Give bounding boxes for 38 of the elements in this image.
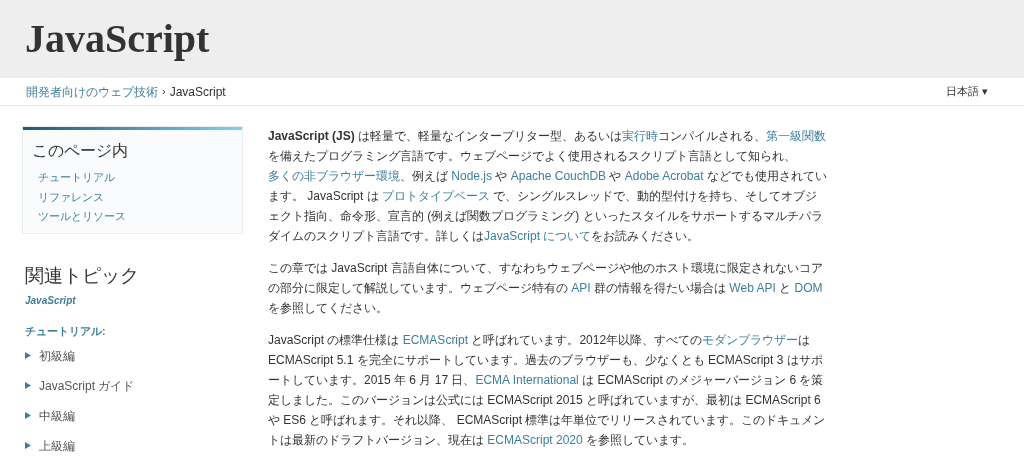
text-link[interactable]: Web API [729, 281, 776, 295]
text-link[interactable]: JavaScript について [484, 229, 592, 243]
paragraph: JavaScript (JS) は軽量で、軽量なインタープリター型、あるいは実行時コンパイルされる、第一級関数 を備えたプログラミング言語です。ウェブページでよく使用されるスクリプト言語として知られ、 多くの非ブラウザー環境、例えば Node.js や Apache CouchDB や Adobe Acrobat などでも使用されています。 JavaScript は プロトタイプベース で、シングルスレッドで、動的型付けを持ち、そしてオブジェクト指向、命令形、宣言的 (例えば関数プログラミング) といったスタイルをサポートするマルチパラダイムのスクリプト言語です。詳しくはJavaScript についてをお読みください。 [268, 128, 828, 245]
topic-link[interactable]: JavaScript [22, 293, 243, 308]
text-link[interactable]: モダンブラウザー [702, 333, 799, 347]
text-link[interactable]: 実行時 [622, 129, 659, 143]
text-link[interactable]: Apache CouchDB [510, 169, 607, 183]
text-link[interactable]: ECMA International [475, 373, 579, 387]
text-link[interactable]: Node.js [451, 169, 493, 183]
toc-title: このページ内 [31, 141, 129, 161]
section-heading: チュートリアル: [24, 324, 107, 339]
breadcrumb-separator: › [162, 84, 166, 100]
caret-right-icon [25, 382, 31, 390]
text-link[interactable]: API [571, 281, 591, 295]
caret-right-icon [25, 442, 31, 450]
text-link[interactable]: ECMAScript 2020 [487, 433, 583, 447]
paragraph: この章では JavaScript 言語自体について、すなわちウェブページや他のホスト環境に限定されないコアの部分に限定して解説しています。ウェブページ特有の API 群の情報を得たい場合は Web API と DOM を参照してください。 [268, 260, 824, 317]
caret-right-icon [25, 412, 31, 420]
breadcrumb-link[interactable]: 開発者向けのウェブ技術 [26, 82, 158, 101]
tree-item[interactable]: 中級編 [22, 405, 243, 426]
tree-item[interactable]: 初級編 [22, 345, 243, 366]
breadcrumb-current: JavaScript [169, 83, 226, 101]
toc-link[interactable]: チュートリアル [23, 168, 242, 188]
text-link[interactable]: 多くの非ブラウザー環境 [268, 169, 400, 183]
toc-link[interactable]: リファレンス [23, 187, 242, 207]
text-link[interactable]: ECMAScript [402, 333, 469, 347]
paragraph: JavaScript の標準仕様は ECMAScript と呼ばれています。2012年以降、すべてのモダンブラウザーは ECMAScript 5.1 を完全にサポートしています。過去のブラウザーも、少なくとも ECMAScript 3 はサポートしています。2015 年 6 月 17 日、ECMA International は ECMAScript のメジャーバージョン 6 を策定しました。このバージョンは公式には ECMAScript 2015 と呼ばれていますが、最初は ECMAScript 6 や ES6 と呼ばれます。それ以降、 ECMAScript 標準は年単位でリリースされています。このドキュメントは最新のドラフトバージョン、現在は ECMAScript 2020 を参照しています。 [268, 332, 827, 449]
tree-item[interactable]: 上級編 [22, 435, 243, 456]
related-title: 関連トピック [24, 263, 140, 288]
tree-item[interactable]: JavaScript ガイド [22, 375, 243, 396]
text-link[interactable]: 第一級関数 [766, 129, 827, 143]
toc-link[interactable]: ツールとリソース [23, 207, 242, 227]
text-link[interactable]: DOM [794, 281, 823, 295]
caret-right-icon [25, 352, 31, 360]
text-link[interactable]: プロトタイプベース [382, 189, 491, 203]
language-selector[interactable]: 日本語 ▾ [945, 83, 988, 100]
text-link[interactable]: Adobe Acrobat [624, 169, 704, 183]
page-title: JavaScript [25, 19, 210, 59]
